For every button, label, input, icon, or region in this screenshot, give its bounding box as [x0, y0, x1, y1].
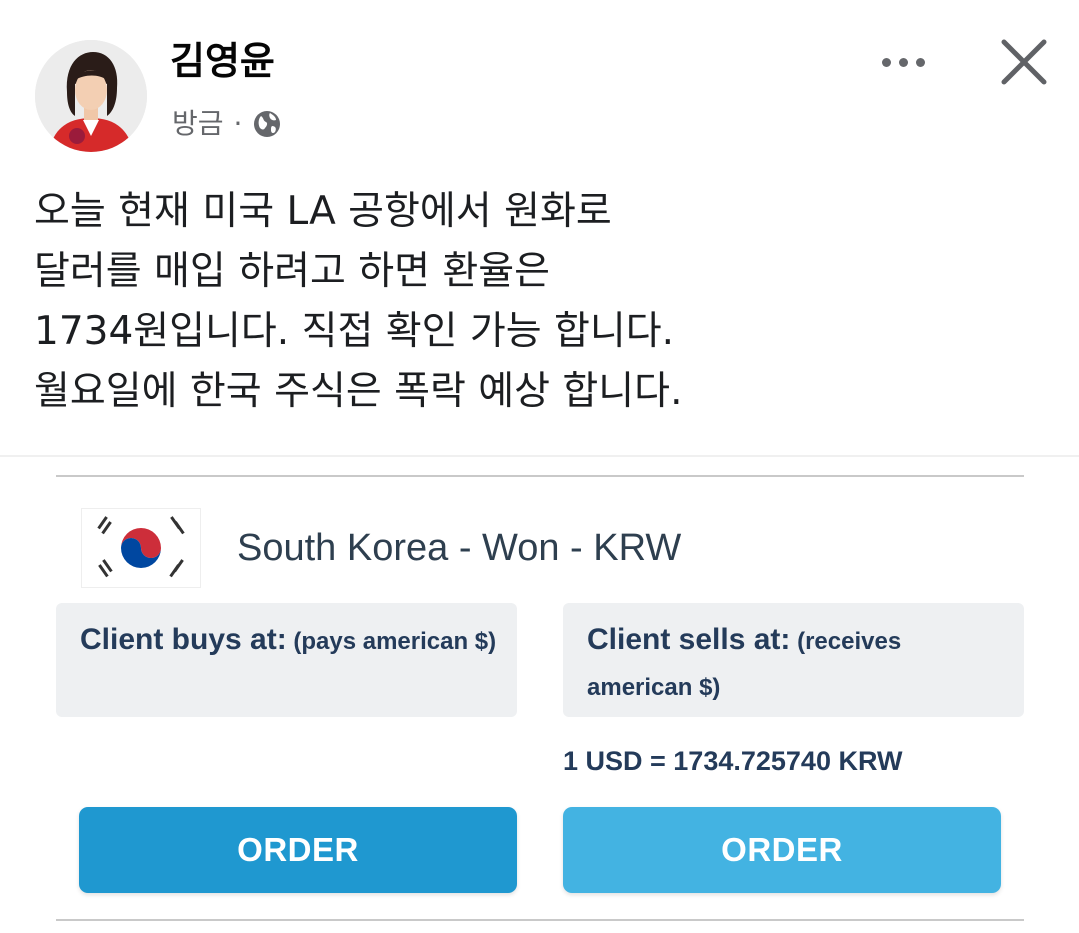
- post-line-3: 1734원입니다. 직접 확인 가능 합니다.: [34, 309, 675, 354]
- client-buys-label: Client buys at:: [80, 623, 287, 656]
- client-sells-label: Client sells at:: [587, 623, 791, 656]
- currency-title: South Korea - Won - KRW: [237, 527, 682, 569]
- dot: [915, 57, 925, 67]
- author-avatar[interactable]: [35, 40, 147, 152]
- post-author-name[interactable]: 김영윤: [170, 36, 275, 86]
- close-icon[interactable]: [996, 34, 1052, 90]
- post-meta: 방금 ·: [172, 104, 282, 144]
- sell-rate-value: 1 USD = 1734.725740 KRW: [563, 746, 903, 776]
- client-buys-note: (pays american $): [293, 628, 497, 655]
- sell-order-button[interactable]: ORDER: [563, 807, 1001, 893]
- post-body: 오늘 현재 미국 LA 공항에서 원화로 달러를 매입 하려고 하면 환율은 1…: [34, 182, 1034, 422]
- more-options-icon[interactable]: [868, 44, 938, 80]
- post-line-4: 월요일에 한국 주식은 폭락 예상 합니다.: [34, 369, 683, 414]
- post-timestamp[interactable]: 방금: [172, 104, 224, 144]
- exchange-rate-card[interactable]: South Korea - Won - KRW Client buys at: …: [56, 475, 1024, 921]
- post-line-2: 달러를 매입 하려고 하면 환율은: [34, 249, 551, 294]
- dot: [898, 57, 908, 67]
- avatar-portrait: [35, 40, 147, 152]
- buy-order-button[interactable]: ORDER: [79, 807, 517, 893]
- south-korea-flag-icon: [81, 508, 201, 588]
- client-sells-box: Client sells at: (receives american $): [563, 603, 1024, 717]
- client-buys-box: Client buys at: (pays american $): [56, 603, 517, 717]
- post-line-1: 오늘 현재 미국 LA 공항에서 원화로: [34, 189, 612, 234]
- post-divider: [0, 455, 1079, 457]
- dot: [881, 57, 891, 67]
- globe-icon[interactable]: [252, 109, 282, 139]
- meta-separator: ·: [233, 107, 243, 140]
